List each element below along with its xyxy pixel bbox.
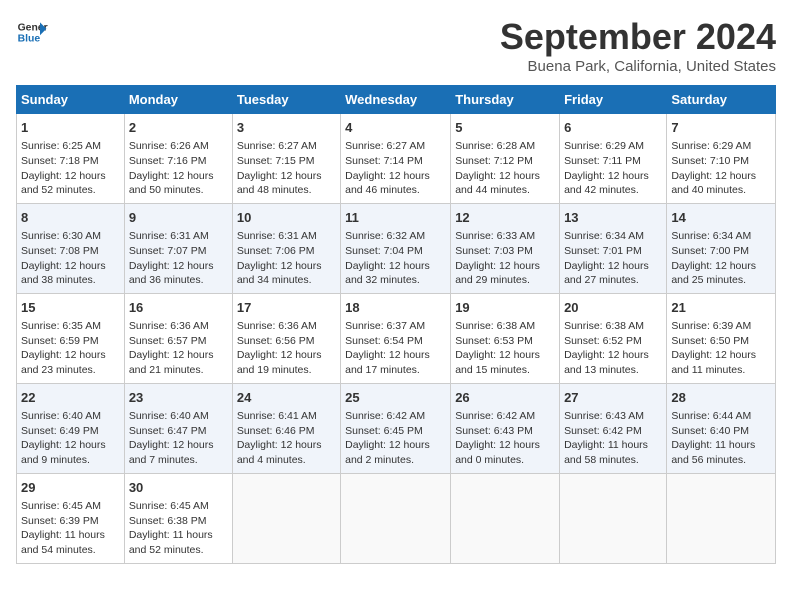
calendar-cell (667, 473, 776, 563)
day-of-week-header: Sunday (17, 86, 125, 114)
day-number: 2 (129, 119, 228, 137)
calendar-cell: 28Sunrise: 6:44 AMSunset: 6:40 PMDayligh… (667, 383, 776, 473)
calendar-cell: 14Sunrise: 6:34 AMSunset: 7:00 PMDayligh… (667, 203, 776, 293)
day-number: 22 (21, 389, 120, 407)
calendar-cell: 10Sunrise: 6:31 AMSunset: 7:06 PMDayligh… (232, 203, 340, 293)
calendar-week-row: 29Sunrise: 6:45 AMSunset: 6:39 PMDayligh… (17, 473, 776, 563)
calendar-cell: 15Sunrise: 6:35 AMSunset: 6:59 PMDayligh… (17, 293, 125, 383)
day-of-week-header: Saturday (667, 86, 776, 114)
calendar-cell: 23Sunrise: 6:40 AMSunset: 6:47 PMDayligh… (124, 383, 232, 473)
logo-icon: General Blue (16, 16, 48, 48)
day-number: 19 (455, 299, 555, 317)
day-number: 7 (671, 119, 771, 137)
day-number: 16 (129, 299, 228, 317)
calendar-cell (341, 473, 451, 563)
day-of-week-header: Monday (124, 86, 232, 114)
day-of-week-header: Thursday (451, 86, 560, 114)
calendar-subtitle: Buena Park, California, United States (500, 58, 776, 75)
day-number: 21 (671, 299, 771, 317)
day-number: 15 (21, 299, 120, 317)
calendar-cell: 12Sunrise: 6:33 AMSunset: 7:03 PMDayligh… (451, 203, 560, 293)
calendar-cell: 17Sunrise: 6:36 AMSunset: 6:56 PMDayligh… (232, 293, 340, 383)
svg-text:Blue: Blue (18, 34, 41, 45)
calendar-week-row: 22Sunrise: 6:40 AMSunset: 6:49 PMDayligh… (17, 383, 776, 473)
calendar-cell (560, 473, 667, 563)
calendar-cell: 11Sunrise: 6:32 AMSunset: 7:04 PMDayligh… (341, 203, 451, 293)
calendar-cell: 25Sunrise: 6:42 AMSunset: 6:45 PMDayligh… (341, 383, 451, 473)
day-of-week-header: Tuesday (232, 86, 340, 114)
calendar-cell: 3Sunrise: 6:27 AMSunset: 7:15 PMDaylight… (232, 114, 340, 204)
calendar-body: 1Sunrise: 6:25 AMSunset: 7:18 PMDaylight… (17, 114, 776, 564)
day-number: 23 (129, 389, 228, 407)
day-number: 6 (564, 119, 662, 137)
logo: General Blue (16, 16, 48, 48)
calendar-cell: 16Sunrise: 6:36 AMSunset: 6:57 PMDayligh… (124, 293, 232, 383)
calendar-cell: 24Sunrise: 6:41 AMSunset: 6:46 PMDayligh… (232, 383, 340, 473)
day-number: 13 (564, 209, 662, 227)
day-number: 20 (564, 299, 662, 317)
day-number: 14 (671, 209, 771, 227)
calendar-cell: 7Sunrise: 6:29 AMSunset: 7:10 PMDaylight… (667, 114, 776, 204)
calendar-cell: 29Sunrise: 6:45 AMSunset: 6:39 PMDayligh… (17, 473, 125, 563)
calendar-cell: 18Sunrise: 6:37 AMSunset: 6:54 PMDayligh… (341, 293, 451, 383)
day-number: 3 (237, 119, 336, 137)
day-number: 12 (455, 209, 555, 227)
day-number: 24 (237, 389, 336, 407)
calendar-cell: 8Sunrise: 6:30 AMSunset: 7:08 PMDaylight… (17, 203, 125, 293)
calendar-cell (451, 473, 560, 563)
day-number: 29 (21, 479, 120, 497)
calendar-header-row: SundayMondayTuesdayWednesdayThursdayFrid… (17, 86, 776, 114)
calendar-cell: 21Sunrise: 6:39 AMSunset: 6:50 PMDayligh… (667, 293, 776, 383)
day-number: 11 (345, 209, 446, 227)
title-block: September 2024 Buena Park, California, U… (500, 16, 776, 75)
calendar-cell: 22Sunrise: 6:40 AMSunset: 6:49 PMDayligh… (17, 383, 125, 473)
day-number: 28 (671, 389, 771, 407)
day-number: 5 (455, 119, 555, 137)
day-number: 25 (345, 389, 446, 407)
day-number: 27 (564, 389, 662, 407)
calendar-cell: 5Sunrise: 6:28 AMSunset: 7:12 PMDaylight… (451, 114, 560, 204)
calendar-cell: 1Sunrise: 6:25 AMSunset: 7:18 PMDaylight… (17, 114, 125, 204)
day-number: 10 (237, 209, 336, 227)
day-number: 9 (129, 209, 228, 227)
calendar-cell: 20Sunrise: 6:38 AMSunset: 6:52 PMDayligh… (560, 293, 667, 383)
calendar-cell: 26Sunrise: 6:42 AMSunset: 6:43 PMDayligh… (451, 383, 560, 473)
day-number: 17 (237, 299, 336, 317)
calendar-cell (232, 473, 340, 563)
calendar-cell: 19Sunrise: 6:38 AMSunset: 6:53 PMDayligh… (451, 293, 560, 383)
calendar-title: September 2024 (500, 16, 776, 58)
calendar-cell: 13Sunrise: 6:34 AMSunset: 7:01 PMDayligh… (560, 203, 667, 293)
day-number: 30 (129, 479, 228, 497)
calendar-week-row: 1Sunrise: 6:25 AMSunset: 7:18 PMDaylight… (17, 114, 776, 204)
day-number: 4 (345, 119, 446, 137)
calendar-cell: 4Sunrise: 6:27 AMSunset: 7:14 PMDaylight… (341, 114, 451, 204)
day-of-week-header: Wednesday (341, 86, 451, 114)
day-number: 1 (21, 119, 120, 137)
page-header: General Blue September 2024 Buena Park, … (16, 16, 776, 75)
day-number: 8 (21, 209, 120, 227)
calendar-week-row: 15Sunrise: 6:35 AMSunset: 6:59 PMDayligh… (17, 293, 776, 383)
calendar-week-row: 8Sunrise: 6:30 AMSunset: 7:08 PMDaylight… (17, 203, 776, 293)
day-number: 18 (345, 299, 446, 317)
calendar-cell: 2Sunrise: 6:26 AMSunset: 7:16 PMDaylight… (124, 114, 232, 204)
calendar-table: SundayMondayTuesdayWednesdayThursdayFrid… (16, 85, 776, 564)
calendar-cell: 6Sunrise: 6:29 AMSunset: 7:11 PMDaylight… (560, 114, 667, 204)
calendar-cell: 9Sunrise: 6:31 AMSunset: 7:07 PMDaylight… (124, 203, 232, 293)
calendar-cell: 30Sunrise: 6:45 AMSunset: 6:38 PMDayligh… (124, 473, 232, 563)
day-of-week-header: Friday (560, 86, 667, 114)
calendar-cell: 27Sunrise: 6:43 AMSunset: 6:42 PMDayligh… (560, 383, 667, 473)
day-number: 26 (455, 389, 555, 407)
